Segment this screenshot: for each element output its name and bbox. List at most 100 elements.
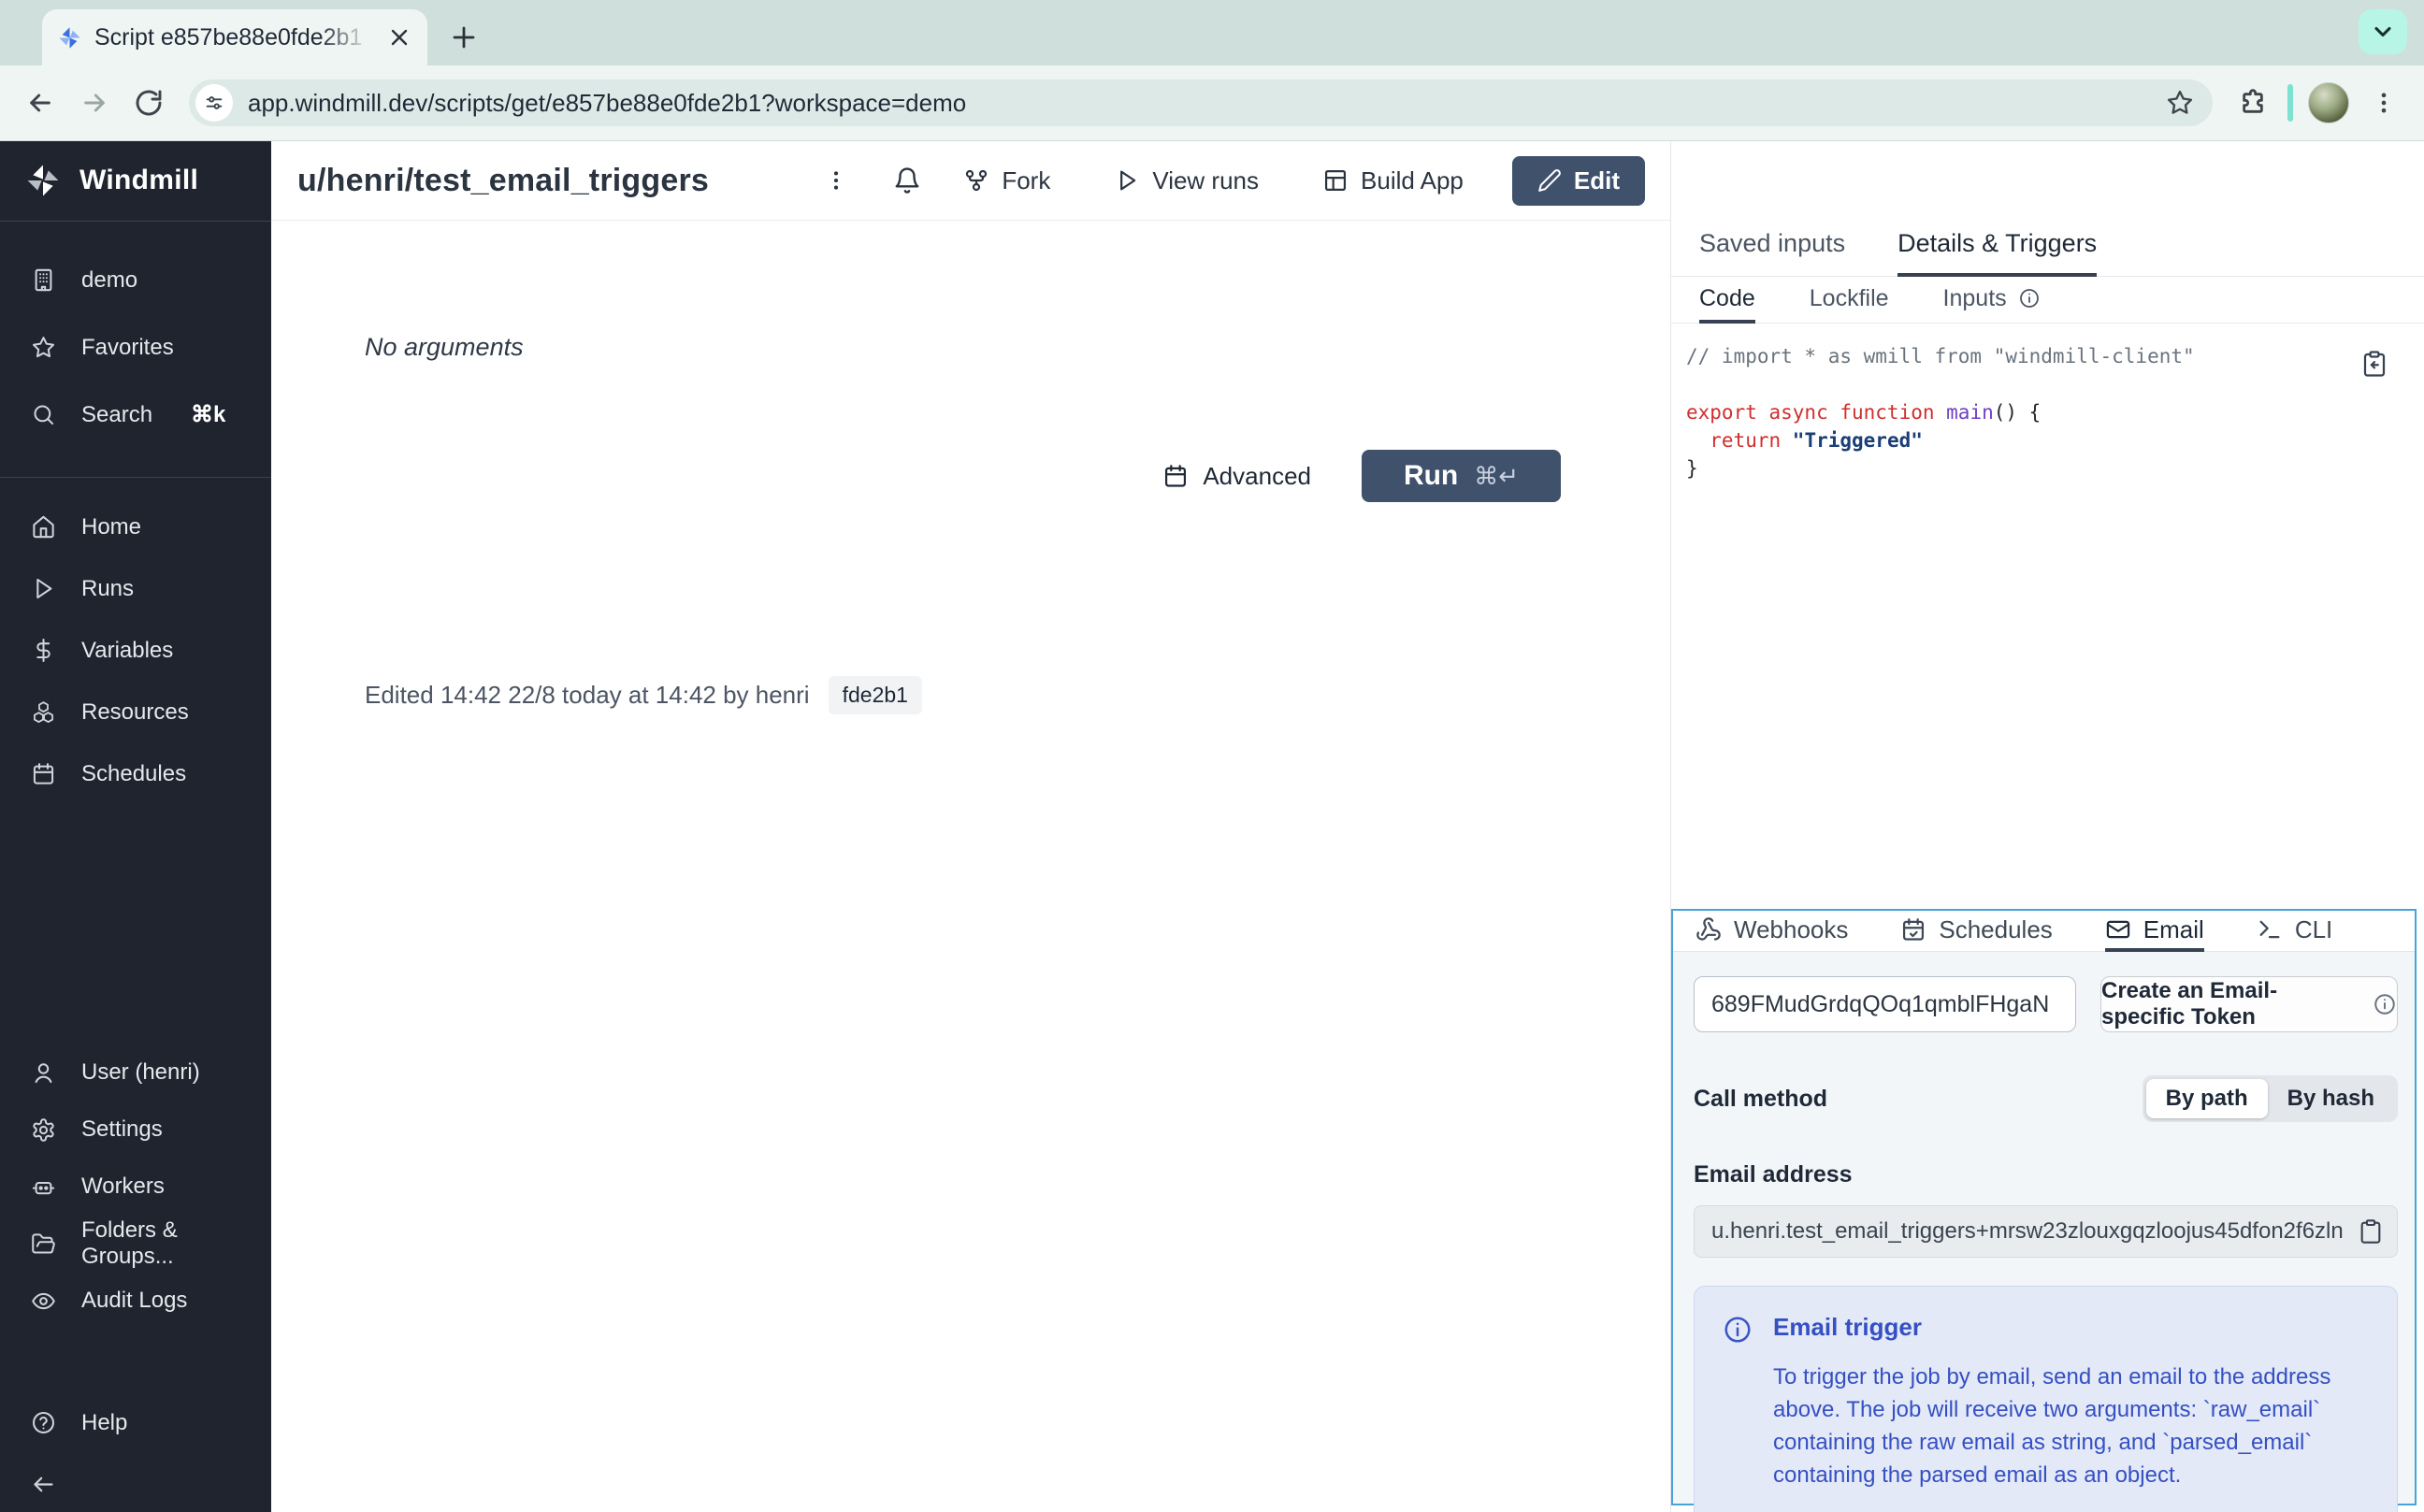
tab-schedules-label: Schedules — [1939, 915, 2052, 944]
windmill-logo — [23, 161, 63, 200]
sidebar-item-label: Resources — [81, 699, 189, 726]
home-icon — [31, 514, 56, 540]
edit-button[interactable]: Edit — [1512, 156, 1645, 206]
triggers-panel: Webhooks Schedules Email — [1671, 909, 2417, 1505]
no-arguments-text: No arguments — [365, 333, 1561, 362]
search-icon — [31, 402, 56, 427]
user-icon — [31, 1060, 56, 1086]
sidebar-item-schedules[interactable]: Schedules — [0, 743, 271, 805]
sidebar-item-help[interactable]: Help — [0, 1395, 271, 1451]
sidebar-item-audit-logs[interactable]: Audit Logs — [0, 1273, 271, 1330]
extensions-icon[interactable] — [2233, 83, 2272, 122]
sidebar-item-label: Search — [81, 402, 152, 428]
browser-tab[interactable]: Script e857be88e0fde2b1 | W — [42, 9, 427, 65]
info-circle-icon — [1723, 1315, 1753, 1491]
copy-code-icon[interactable] — [2360, 350, 2388, 378]
view-runs-button[interactable]: View runs — [1082, 156, 1291, 205]
tab-email-label: Email — [2143, 915, 2204, 944]
advanced-label: Advanced — [1203, 462, 1311, 491]
more-options-icon[interactable] — [812, 156, 860, 205]
sidebar-item-favorites[interactable]: Favorites — [0, 314, 271, 382]
new-tab-icon[interactable] — [443, 17, 484, 58]
dollar-icon — [31, 638, 56, 663]
eye-icon — [31, 1289, 56, 1314]
tab-webhooks[interactable]: Webhooks — [1695, 911, 1848, 952]
create-email-token-button[interactable]: Create an Email-specific Token — [2100, 976, 2398, 1032]
tab-email[interactable]: Email — [2105, 911, 2204, 952]
sidebar-item-workspace[interactable]: demo — [0, 247, 271, 314]
email-token-input[interactable] — [1694, 976, 2076, 1032]
url-text[interactable]: app.windmill.dev/scripts/get/e857be88e0f… — [248, 89, 2145, 118]
bell-icon[interactable] — [883, 156, 931, 205]
profile-avatar[interactable] — [2308, 82, 2349, 123]
triggers-tabbar: Webhooks Schedules Email — [1673, 911, 2415, 952]
info-circle-icon — [2018, 287, 2041, 310]
sidebar-collapse[interactable] — [0, 1456, 271, 1512]
back-icon[interactable] — [21, 83, 60, 122]
tab-cli[interactable]: CLI — [2257, 911, 2332, 952]
reload-icon[interactable] — [129, 83, 168, 122]
tab-close-icon[interactable] — [388, 26, 411, 49]
sidebar-item-workers[interactable]: Workers — [0, 1159, 271, 1216]
sidebar-item-variables[interactable]: Variables — [0, 620, 271, 682]
browser-tabstrip: Script e857be88e0fde2b1 | W — [0, 0, 2424, 65]
edited-info: Edited 14:42 22/8 today at 14:42 by henr… — [365, 681, 810, 710]
run-button[interactable]: Run ⌘↵ — [1362, 450, 1561, 502]
tab-title: Script e857be88e0fde2b1 | W — [94, 24, 376, 51]
tab-schedules[interactable]: Schedules — [1900, 911, 2052, 952]
run-form: No arguments Advanced Run ⌘↵ Edited 14:4… — [271, 221, 1670, 1512]
email-trigger-info-box: Email trigger To trigger the job by emai… — [1694, 1286, 2398, 1512]
browser-menu-icon[interactable] — [2364, 83, 2403, 122]
email-address-label: Email address — [1694, 1161, 2398, 1188]
sidebar-item-search[interactable]: Search ⌘k — [0, 382, 271, 449]
tab-inputs[interactable]: Inputs — [1943, 277, 2041, 324]
tab-lockfile[interactable]: Lockfile — [1810, 277, 1889, 324]
sidebar-item-user[interactable]: User (henri) — [0, 1044, 271, 1102]
sidebar-item-settings[interactable]: Settings — [0, 1102, 271, 1159]
sidebar-item-folders-groups[interactable]: Folders & Groups... — [0, 1216, 271, 1273]
forward-icon[interactable] — [75, 83, 114, 122]
terminal-icon — [2257, 916, 2283, 943]
tab-details-triggers[interactable]: Details & Triggers — [1897, 229, 2097, 277]
layout-grid-icon — [1322, 167, 1349, 194]
sidebar-item-runs[interactable]: Runs — [0, 558, 271, 620]
sidebar-item-label: Home — [81, 514, 141, 540]
calendar-check-icon — [1900, 916, 1926, 943]
brand-row[interactable]: Windmill — [0, 141, 271, 221]
sidebar-item-home[interactable]: Home — [0, 497, 271, 558]
tab-cli-label: CLI — [2295, 915, 2332, 944]
sidebar-item-label: Folders & Groups... — [81, 1217, 271, 1270]
email-address-field[interactable]: u.henri.test_email_triggers+mrsw23zlouxg… — [1694, 1205, 2398, 1258]
robot-icon — [31, 1174, 56, 1200]
sidebar-item-label: Runs — [81, 576, 134, 602]
sidebar-item-label: Favorites — [81, 335, 174, 361]
version-badge[interactable]: fde2b1 — [829, 676, 922, 714]
site-settings-icon[interactable] — [195, 84, 233, 122]
build-app-button[interactable]: Build App — [1291, 156, 1495, 205]
browser-chrome: Script e857be88e0fde2b1 | W app.windmill… — [0, 0, 2424, 141]
advanced-button[interactable]: Advanced — [1162, 462, 1311, 491]
sidebar: Windmill demo Favorites Search — [0, 141, 271, 1512]
email-address-value: u.henri.test_email_triggers+mrsw23zlouxg… — [1711, 1218, 2345, 1245]
sidebar-item-label: User (henri) — [81, 1059, 200, 1086]
tab-lockfile-label: Lockfile — [1810, 285, 1889, 312]
tab-code[interactable]: Code — [1699, 277, 1755, 324]
bookmark-star-icon[interactable] — [2160, 83, 2200, 122]
copy-email-icon[interactable] — [2358, 1218, 2384, 1245]
call-method-toggle: By path By hash — [2143, 1075, 2398, 1122]
tab-saved-inputs[interactable]: Saved inputs — [1699, 229, 1845, 277]
create-token-label: Create an Email-specific Token — [2101, 978, 2360, 1030]
chevron-down-icon[interactable] — [2359, 9, 2407, 54]
fork-button[interactable]: Fork — [931, 156, 1082, 205]
details-tabbar: Saved inputs Details & Triggers — [1671, 141, 2424, 277]
by-path-option[interactable]: By path — [2146, 1079, 2268, 1118]
folder-open-icon — [31, 1231, 56, 1257]
view-runs-label: View runs — [1152, 166, 1259, 195]
sidebar-item-label: Workers — [81, 1174, 165, 1200]
build-app-label: Build App — [1361, 166, 1464, 195]
help-circle-icon — [31, 1410, 56, 1435]
url-bar[interactable]: app.windmill.dev/scripts/get/e857be88e0f… — [189, 79, 2213, 126]
sidebar-workspace-group: demo Favorites Search ⌘k — [0, 222, 271, 477]
by-hash-option[interactable]: By hash — [2268, 1079, 2394, 1118]
sidebar-item-resources[interactable]: Resources — [0, 682, 271, 743]
